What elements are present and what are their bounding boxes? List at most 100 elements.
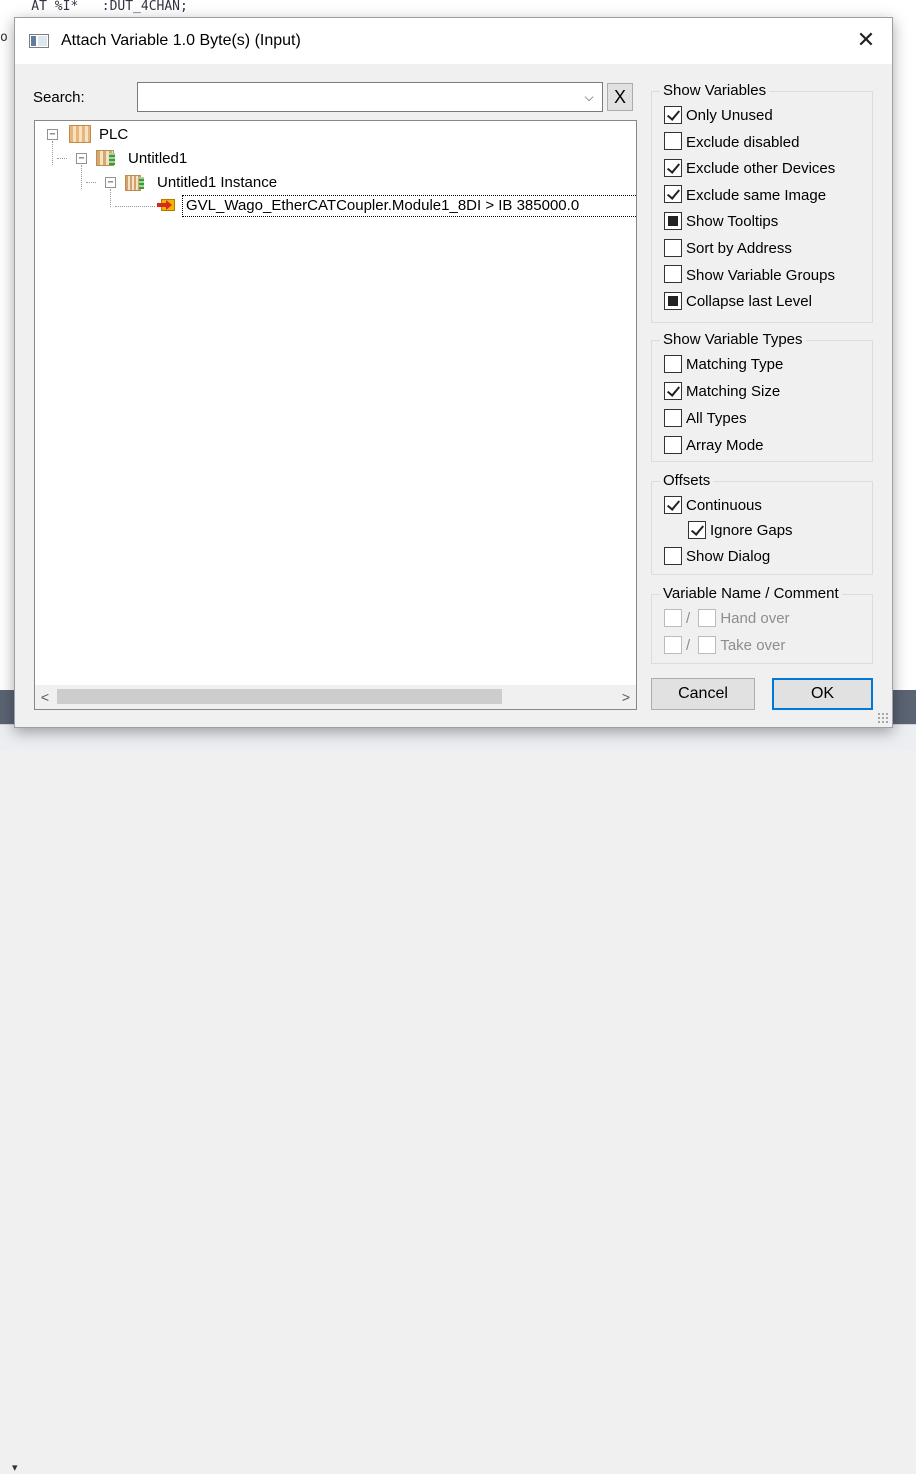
dialog-title: Attach Variable 1.0 Byte(s) (Input) — [61, 32, 301, 49]
tree-node-label: Untitled1 Instance — [157, 174, 278, 191]
code-line: AT %I* :DUT_4CHAN; — [0, 0, 188, 14]
tree-connector — [110, 189, 111, 207]
option-label: Hand over — [720, 610, 790, 627]
collapse-icon[interactable]: − — [47, 129, 58, 140]
tree-node-label: Untitled1 — [128, 150, 188, 167]
checkbox[interactable] — [664, 291, 682, 310]
project-icon — [96, 150, 115, 166]
option-only-unused[interactable]: Only Unused — [664, 105, 773, 127]
ok-button[interactable]: OK — [772, 678, 873, 710]
checkbox[interactable] — [664, 546, 682, 565]
option-matching-type[interactable]: Matching Type — [664, 354, 783, 376]
title-bar[interactable]: Attach Variable 1.0 Byte(s) (Input) ✕ — [15, 18, 892, 64]
checkbox[interactable] — [664, 105, 682, 124]
name-checkbox — [664, 608, 682, 627]
option-matching-size[interactable]: Matching Size — [664, 381, 780, 403]
option-label: Matching Type — [686, 356, 784, 373]
tree-connector — [52, 141, 53, 165]
group-title: Show Variable Types — [660, 331, 806, 349]
tree-connector — [86, 182, 96, 183]
option-ignore-gaps[interactable]: Ignore Gaps — [688, 520, 793, 542]
search-input[interactable]: ⌵ — [137, 82, 603, 112]
checkbox[interactable] — [664, 408, 682, 427]
option-label: Array Mode — [686, 437, 764, 454]
search-label: Search: — [33, 89, 85, 106]
group-title: Variable Name / Comment — [660, 585, 842, 603]
option-label: Collapse last Level — [686, 293, 812, 311]
resize-grip-icon[interactable] — [877, 712, 889, 724]
option-exclude-other-devices[interactable]: Exclude other Devices — [664, 158, 835, 180]
collapse-icon[interactable]: − — [76, 153, 87, 164]
attach-variable-dialog: Attach Variable 1.0 Byte(s) (Input) ✕ Se… — [14, 17, 893, 728]
group-title: Show Variables — [660, 82, 770, 100]
option-label: Exclude disabled — [686, 133, 800, 151]
tree-connector — [115, 206, 155, 207]
scrollbar-thumb[interactable] — [57, 689, 502, 704]
option-label: Exclude same Image — [686, 186, 827, 204]
option-exclude-same-image[interactable]: Exclude same Image — [664, 185, 826, 207]
horizontal-scrollbar[interactable]: < > — [35, 685, 636, 709]
option-show-dialog[interactable]: Show Dialog — [664, 546, 770, 568]
checkbox[interactable] — [664, 158, 682, 177]
collapse-icon[interactable]: − — [105, 177, 116, 188]
tree-node-variable[interactable]: GVL_Wago_EtherCATCoupler.Module1_8DI > I… — [182, 195, 636, 217]
option-exclude-disabled[interactable]: Exclude disabled — [664, 132, 799, 154]
checkbox[interactable] — [664, 185, 682, 204]
separator: / — [686, 610, 691, 627]
option-hand-over: / Hand over — [664, 608, 790, 630]
clear-search-button[interactable]: X — [607, 83, 633, 111]
option-label: Only Unused — [686, 107, 773, 124]
scroll-left-icon[interactable]: < — [35, 685, 55, 709]
option-all-types[interactable]: All Types — [664, 408, 747, 430]
option-label: Ignore Gaps — [710, 522, 793, 539]
checkbox[interactable] — [688, 520, 706, 539]
checkbox[interactable] — [664, 132, 682, 151]
option-label: Show Dialog — [686, 548, 771, 565]
option-collapse-last-level[interactable]: Collapse last Level — [664, 291, 812, 313]
window-icon — [29, 34, 49, 48]
close-icon[interactable]: ✕ — [854, 26, 878, 54]
cancel-button[interactable]: Cancel — [651, 678, 755, 710]
option-label: Show Variable Groups — [686, 266, 835, 284]
comment-checkbox — [698, 635, 717, 654]
checkbox[interactable] — [664, 354, 682, 373]
plc-icon — [69, 125, 91, 143]
name-checkbox — [664, 635, 682, 654]
variable-name-comment-group: Variable Name / Comment / Hand over / Ta… — [651, 585, 873, 664]
tree-connector — [81, 165, 82, 189]
gutter-char: o — [0, 30, 8, 45]
checkbox[interactable] — [664, 495, 682, 514]
show-variable-types-group: Show Variable Types Matching Type Matchin… — [651, 331, 873, 462]
option-show-variable-groups[interactable]: Show Variable Groups — [664, 265, 835, 287]
chevron-down-icon[interactable]: ⌵ — [580, 85, 598, 109]
option-sort-by-address[interactable]: Sort by Address — [664, 238, 792, 260]
checkbox[interactable] — [664, 265, 682, 284]
input-variable-icon — [157, 198, 177, 214]
checkbox[interactable] — [664, 381, 682, 400]
scroll-right-icon[interactable]: > — [616, 685, 636, 709]
option-array-mode[interactable]: Array Mode — [664, 435, 764, 457]
option-label: All Types — [686, 410, 747, 427]
tree-node-label: PLC — [99, 126, 129, 143]
option-label: Matching Size — [686, 383, 781, 400]
option-label: Sort by Address — [686, 240, 792, 257]
variable-tree[interactable]: − PLC − Untitled1 − Untitled1 Instance G… — [34, 120, 637, 710]
option-label: Continuous — [686, 497, 762, 514]
checkbox[interactable] — [664, 238, 682, 257]
option-continuous[interactable]: Continuous — [664, 495, 762, 517]
chevron-down-icon[interactable]: ▾ — [12, 1461, 18, 1474]
group-title: Offsets — [660, 472, 714, 490]
option-show-tooltips[interactable]: Show Tooltips — [664, 211, 778, 233]
separator: / — [686, 637, 691, 654]
tree-connector — [57, 158, 67, 159]
checkbox[interactable] — [664, 435, 682, 454]
show-variables-group: Show Variables Only Unused Exclude disabl… — [651, 82, 873, 323]
comment-checkbox — [698, 608, 717, 627]
checkbox[interactable] — [664, 211, 682, 230]
option-take-over: / Take over — [664, 635, 785, 657]
instance-icon — [125, 175, 144, 191]
option-label: Take over — [720, 637, 786, 654]
option-label: Exclude other Devices — [686, 160, 836, 178]
offsets-group: Offsets Continuous Ignore Gaps Show Dial… — [651, 472, 873, 575]
option-label: Show Tooltips — [686, 213, 779, 231]
